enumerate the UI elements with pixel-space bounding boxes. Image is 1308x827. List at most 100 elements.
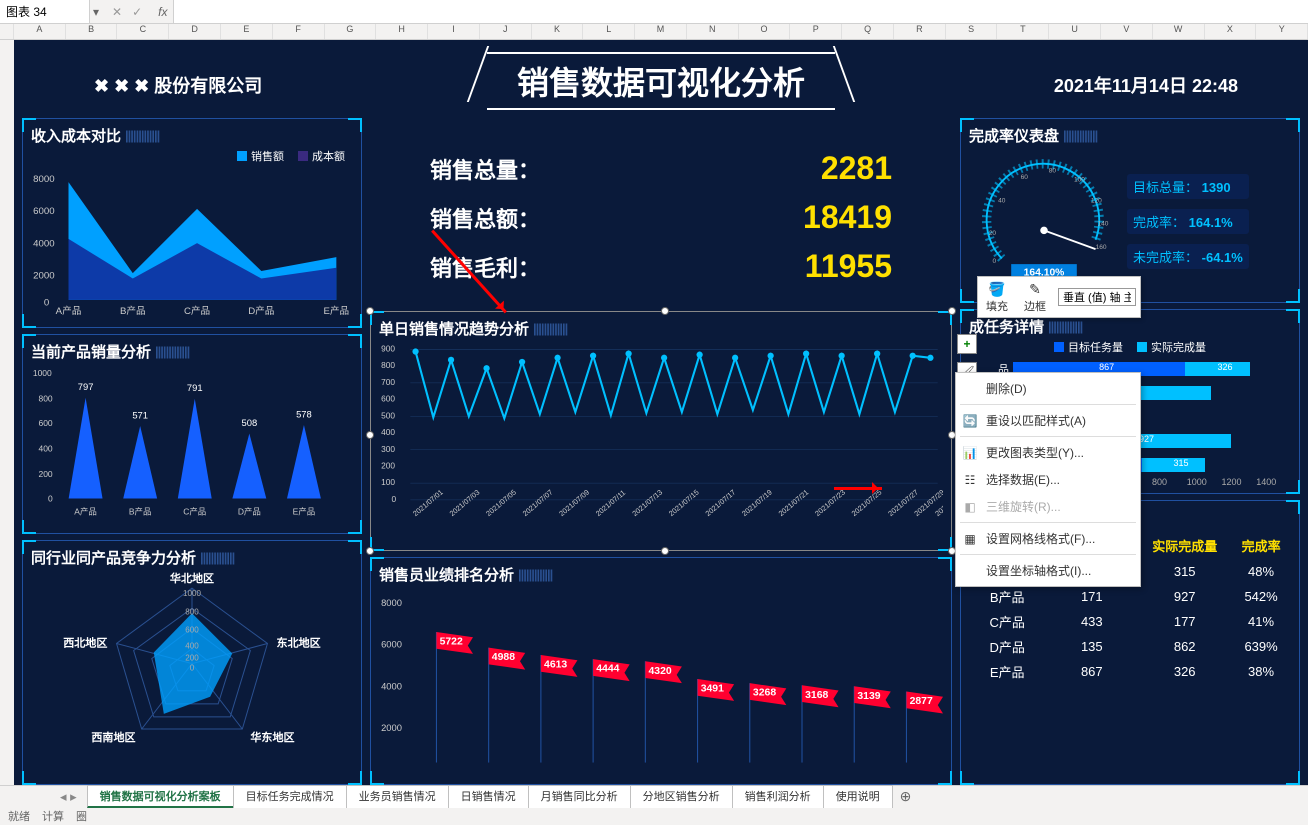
svg-text:300: 300 — [381, 444, 395, 454]
svg-text:C产品: C产品 — [184, 305, 210, 316]
legend-sales: 销售额 — [251, 148, 284, 164]
svg-text:2021/07/05: 2021/07/05 — [484, 488, 518, 518]
name-box[interactable]: 图表 34 — [0, 0, 90, 23]
ctx-gridlines[interactable]: ▦设置网格线格式(F)... — [956, 525, 1140, 552]
svg-text:2021/07/17: 2021/07/17 — [703, 488, 737, 518]
panel-ranking: 销售员业绩排名分析 8000600040002000 5722 4988 461… — [370, 557, 952, 785]
svg-text:E产品: E产品 — [324, 305, 350, 316]
formula-bar: 图表 34 ▾ ✕ ✓ fx — [0, 0, 1308, 24]
chart-product-sales[interactable]: 10008006004002000 797571791508578 A产品B产品… — [31, 362, 332, 522]
kpi-label: 销售毛利： — [430, 251, 540, 283]
svg-text:200: 200 — [185, 654, 199, 663]
sheet-tab[interactable]: 月销售同比分析 — [528, 785, 631, 808]
formula-input[interactable] — [173, 0, 1308, 23]
reset-icon: 🔄 — [962, 414, 978, 428]
panel-title: 完成率仪表盘 — [969, 125, 1291, 146]
timestamp: 2021年11月14日 22:48 — [1054, 72, 1238, 98]
legend-cost: 成本额 — [312, 148, 345, 164]
add-sheet-button[interactable]: ⊕ — [892, 788, 920, 805]
svg-text:797: 797 — [78, 381, 94, 392]
svg-text:60: 60 — [1021, 174, 1029, 181]
add-filter-icon[interactable]: + — [957, 334, 977, 354]
ctx-select-data[interactable]: ☷选择数据(E)... — [956, 466, 1140, 493]
ctx-rotate-3d: ◧三维旋转(R)... — [956, 493, 1140, 520]
fill-button[interactable]: 🪣填充 — [978, 279, 1016, 316]
svg-text:140: 140 — [1097, 221, 1108, 228]
svg-text:2877: 2877 — [910, 696, 933, 707]
svg-text:西北地区: 西北地区 — [63, 635, 107, 649]
svg-text:东北地区: 东北地区 — [277, 635, 321, 649]
chart-revenue-cost[interactable]: 80006000400020000 A产品B产品C产品D产品E产品 — [31, 166, 374, 316]
sheet-tab[interactable]: 销售数据可视化分析案板 — [87, 785, 234, 808]
svg-text:8000: 8000 — [381, 597, 402, 608]
svg-text:E产品: E产品 — [293, 506, 316, 516]
chart-radar[interactable]: 华北地区 东北地区 华东地区 西南地区 西北地区 100080060040020… — [31, 568, 353, 759]
svg-text:4000: 4000 — [33, 238, 54, 249]
confirm-icon[interactable]: ✓ — [132, 5, 142, 19]
svg-text:西南地区: 西南地区 — [91, 730, 135, 744]
svg-text:2021/07/03: 2021/07/03 — [448, 488, 482, 518]
svg-text:2021/07/23: 2021/07/23 — [813, 488, 847, 518]
ctx-axis-format[interactable]: 设置坐标轴格式(I)... — [956, 557, 1140, 584]
svg-text:华北地区: 华北地区 — [170, 571, 214, 585]
svg-text:1000: 1000 — [33, 368, 52, 378]
chart-trend[interactable]: 9008007006005004003002001000 2021/07/012… — [379, 339, 943, 548]
svg-text:100: 100 — [381, 477, 395, 487]
svg-text:4320: 4320 — [648, 666, 671, 677]
svg-text:400: 400 — [381, 427, 395, 437]
axis-dropdown[interactable] — [1058, 288, 1136, 306]
svg-text:3168: 3168 — [805, 690, 828, 701]
column-headers[interactable]: ABCDE FGHIJ KLMNO PQRST UVWXY — [0, 24, 1308, 40]
sheet-tab[interactable]: 业务员销售情况 — [346, 785, 449, 808]
panel-competitive: 同行业同产品竞争力分析 华北地区 东北地区 华东地区 西南地区 — [22, 540, 362, 785]
chart-ranking[interactable]: 8000600040002000 5722 4988 4613 4444 432… — [379, 585, 943, 773]
kpi-block: 销售总量：2281 销售总额：18419 销售毛利：11955 — [370, 118, 952, 305]
th-rate: 完成率 — [1231, 532, 1291, 559]
panel-title: 单日销售情况趋势分析 — [379, 318, 943, 339]
border-button[interactable]: ✎边框 — [1016, 279, 1054, 316]
cancel-icon[interactable]: ✕ — [112, 5, 122, 19]
legend-actual: 实际完成量 — [1151, 339, 1206, 355]
mini-toolbar[interactable]: 🪣填充 ✎边框 — [977, 276, 1141, 318]
svg-text:600: 600 — [185, 625, 199, 634]
sheet-tab[interactable]: 使用说明 — [823, 785, 893, 808]
svg-text:2021/07/19: 2021/07/19 — [740, 488, 774, 518]
name-box-dropdown[interactable]: ▾ — [90, 5, 102, 19]
sheet-tabs[interactable]: ◂ ▸ 销售数据可视化分析案板目标任务完成情况业务员销售情况日销售情况月销售同比… — [0, 785, 1308, 807]
grid-icon: ▦ — [962, 532, 978, 546]
panel-title: 成任务详情 — [969, 316, 1291, 337]
svg-text:800: 800 — [39, 394, 53, 404]
svg-text:600: 600 — [381, 394, 395, 404]
svg-text:2021/07/09: 2021/07/09 — [557, 488, 591, 518]
sheet-tab[interactable]: 日销售情况 — [448, 785, 529, 808]
svg-text:120: 120 — [1091, 197, 1102, 204]
kpi-label: 销售总额： — [430, 202, 540, 234]
data-icon: ☷ — [962, 473, 978, 487]
svg-text:400: 400 — [185, 642, 199, 651]
ctx-change-type[interactable]: 📊更改图表类型(Y)... — [956, 439, 1140, 466]
sheet-tab[interactable]: 销售利润分析 — [732, 785, 824, 808]
svg-text:0: 0 — [190, 664, 195, 673]
fx-label: fx — [152, 5, 173, 19]
table-row: B产品171927542% — [969, 584, 1291, 609]
svg-text:1000: 1000 — [183, 589, 201, 598]
ctx-delete[interactable]: 删除(D) — [956, 375, 1140, 402]
kpi-label: 销售总量： — [430, 153, 540, 185]
svg-text:2000: 2000 — [33, 270, 54, 281]
chart-gauge[interactable]: 020406080100120140160 164.10% 目标完成率 — [969, 146, 1119, 296]
svg-text:2021/07/01: 2021/07/01 — [411, 488, 445, 518]
svg-text:0: 0 — [44, 297, 49, 308]
table-row: C产品43317741% — [969, 609, 1291, 634]
sheet-tab[interactable]: 目标任务完成情况 — [233, 785, 347, 808]
svg-text:508: 508 — [241, 417, 257, 428]
sheet-tab[interactable]: 分地区销售分析 — [630, 785, 733, 808]
status-bar: 就绪计算圈 — [0, 807, 1308, 825]
panel-title: 当前产品销量分析 — [31, 341, 353, 362]
svg-text:571: 571 — [132, 409, 148, 420]
svg-text:0: 0 — [48, 493, 53, 503]
panel-trend-selected[interactable]: 单日销售情况趋势分析 9008007006005004003002001000 … — [370, 311, 952, 551]
ctx-reset[interactable]: 🔄重设以匹配样式(A) — [956, 407, 1140, 434]
context-menu[interactable]: 删除(D) 🔄重设以匹配样式(A) 📊更改图表类型(Y)... ☷选择数据(E)… — [955, 372, 1141, 587]
svg-text:600: 600 — [39, 418, 53, 428]
row-gutter[interactable] — [0, 40, 14, 785]
